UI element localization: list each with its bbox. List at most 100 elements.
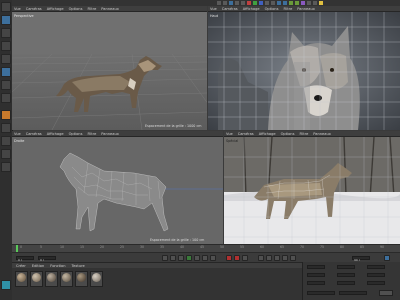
menu-texture[interactable]: Texture: [72, 264, 85, 268]
menu-cameras[interactable]: Caméras: [238, 132, 254, 136]
menu-function[interactable]: Fonction: [50, 264, 65, 268]
menu-view[interactable]: Vue: [226, 132, 233, 136]
coord-field[interactable]: [367, 273, 385, 277]
scene-icon[interactable]: [307, 1, 311, 5]
edges-mode-icon[interactable]: [1, 80, 11, 90]
axis-z-icon[interactable]: [259, 1, 263, 5]
apply-button[interactable]: [379, 290, 393, 296]
menu-panels[interactable]: Panneaux: [297, 7, 315, 11]
menu-create[interactable]: Créer: [16, 264, 26, 268]
prev-frame-icon[interactable]: [178, 255, 184, 261]
auto-key-icon[interactable]: [234, 255, 240, 261]
lock-workplane-icon[interactable]: [1, 149, 11, 159]
camera-icon[interactable]: [313, 1, 317, 5]
model-mode-icon[interactable]: [1, 15, 11, 25]
viewport-right[interactable]: [12, 137, 223, 244]
light-icon[interactable]: [319, 1, 323, 5]
menu-panels[interactable]: Panneaux: [101, 7, 119, 11]
key-position-icon[interactable]: [258, 255, 264, 261]
coord-field[interactable]: [367, 265, 385, 269]
scale-icon[interactable]: [235, 1, 239, 5]
coord-field[interactable]: [307, 273, 325, 277]
material-swatch[interactable]: [75, 271, 88, 287]
key-param-icon[interactable]: [282, 255, 288, 261]
move-icon[interactable]: [229, 1, 233, 5]
axis-mode-icon[interactable]: [1, 123, 11, 133]
keyframe-selection-icon[interactable]: [242, 255, 248, 261]
axis-y-icon[interactable]: [253, 1, 257, 5]
make-editable-icon[interactable]: [1, 2, 11, 12]
cube-icon[interactable]: [277, 1, 281, 5]
axis-x-icon[interactable]: [247, 1, 251, 5]
menu-display[interactable]: Affichage: [243, 7, 260, 11]
undo-icon[interactable]: [217, 1, 221, 5]
menu-edit[interactable]: Edition: [32, 264, 44, 268]
menu-filter[interactable]: Filtre: [283, 7, 292, 11]
material-swatch[interactable]: [60, 271, 73, 287]
texture-mode-icon[interactable]: [1, 41, 11, 51]
coord-field[interactable]: [307, 281, 325, 285]
coord-field[interactable]: [337, 265, 355, 269]
menu-display[interactable]: Affichage: [259, 132, 276, 136]
planar-workplane-icon[interactable]: [1, 162, 11, 172]
coord-mode-select[interactable]: [307, 291, 335, 295]
pen-icon[interactable]: [283, 1, 287, 5]
array-icon[interactable]: [295, 1, 299, 5]
menu-filter[interactable]: Filtre: [87, 132, 96, 136]
play-icon[interactable]: [186, 255, 192, 261]
menu-cameras[interactable]: Caméras: [26, 132, 42, 136]
menu-options[interactable]: Options: [69, 132, 83, 136]
coord-field[interactable]: [337, 273, 355, 277]
layout-icon[interactable]: [1, 280, 11, 290]
material-swatch[interactable]: [30, 271, 43, 287]
viewport-special[interactable]: [224, 137, 400, 244]
go-start-icon[interactable]: [162, 255, 168, 261]
viewport-perspective[interactable]: [12, 12, 207, 130]
next-key-icon[interactable]: [202, 255, 208, 261]
menu-panels[interactable]: Panneaux: [101, 132, 119, 136]
key-rotation-icon[interactable]: [266, 255, 272, 261]
menu-options[interactable]: Options: [69, 7, 83, 11]
menu-display[interactable]: Affichage: [47, 7, 64, 11]
menu-filter[interactable]: Filtre: [299, 132, 308, 136]
go-end-icon[interactable]: [210, 255, 216, 261]
menu-cameras[interactable]: Caméras: [26, 7, 42, 11]
subdivide-icon[interactable]: [289, 1, 293, 5]
menu-filter[interactable]: Filtre: [87, 7, 96, 11]
menu-view[interactable]: Vue: [14, 7, 21, 11]
deformer-icon[interactable]: [301, 1, 305, 5]
menu-options[interactable]: Options: [265, 7, 279, 11]
record-icon[interactable]: [226, 255, 232, 261]
coord-field[interactable]: [337, 281, 355, 285]
rotate-icon[interactable]: [241, 1, 245, 5]
menu-display[interactable]: Affichage: [47, 132, 64, 136]
menu-options[interactable]: Options: [281, 132, 295, 136]
menu-view[interactable]: Vue: [210, 7, 217, 11]
next-frame-icon[interactable]: [194, 255, 200, 261]
tweak-mode-icon[interactable]: [1, 110, 11, 120]
material-swatch[interactable]: [90, 271, 103, 287]
viewport-top[interactable]: [208, 12, 400, 130]
material-swatch[interactable]: [45, 271, 58, 287]
current-frame-field[interactable]: 0 I: [38, 256, 56, 262]
coord-field[interactable]: [307, 265, 325, 269]
menu-cameras[interactable]: Caméras: [222, 7, 238, 11]
snap-icon[interactable]: [1, 136, 11, 146]
object-mode-icon[interactable]: [1, 28, 11, 38]
start-frame-field[interactable]: 0 I: [16, 256, 34, 262]
points-mode-icon[interactable]: [1, 67, 11, 77]
render-icon[interactable]: [271, 1, 275, 5]
prev-key-icon[interactable]: [170, 255, 176, 261]
workplane-icon[interactable]: [1, 54, 11, 64]
coord-field[interactable]: [367, 281, 385, 285]
key-pla-icon[interactable]: [290, 255, 296, 261]
coord-size-select[interactable]: [339, 291, 367, 295]
menu-panels[interactable]: Panneaux: [313, 132, 331, 136]
render-view-icon[interactable]: [265, 1, 269, 5]
timeline-menu-icon[interactable]: [384, 255, 390, 261]
polygons-mode-icon[interactable]: [1, 93, 11, 103]
end-frame-field[interactable]: 90 I: [352, 256, 370, 262]
material-swatch[interactable]: [15, 271, 28, 287]
menu-view[interactable]: Vue: [14, 132, 21, 136]
redo-icon[interactable]: [223, 1, 227, 5]
